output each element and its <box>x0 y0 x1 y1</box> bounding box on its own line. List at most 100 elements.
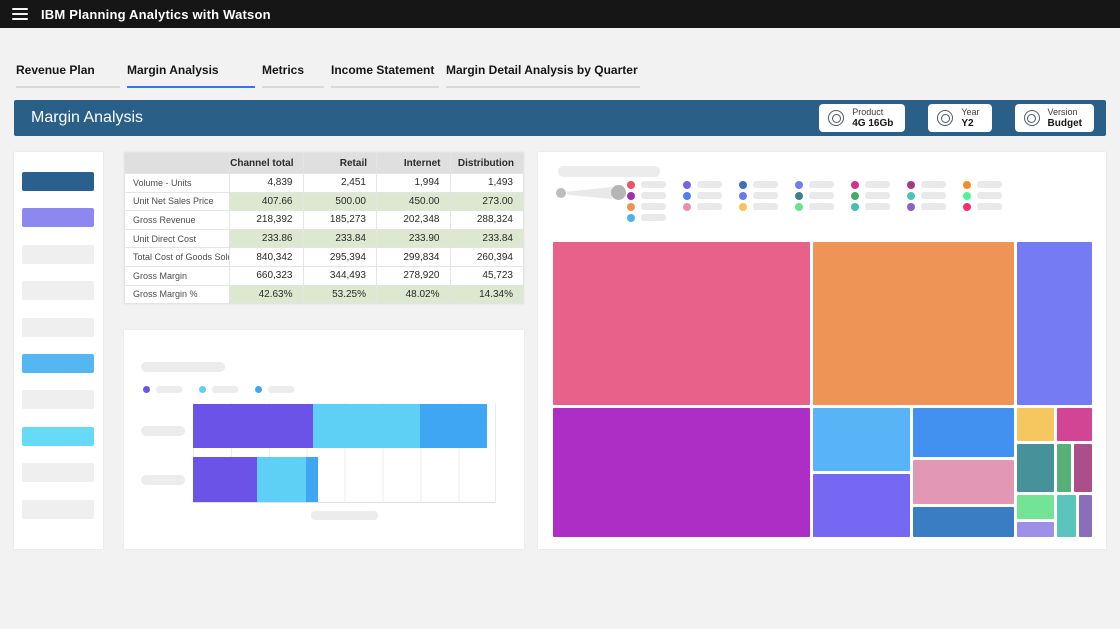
bar-segment[interactable] <box>257 457 306 502</box>
sidebar-skeleton-item[interactable] <box>22 281 94 300</box>
filter-chip-text: VersionBudget <box>1048 107 1082 129</box>
bar-segment[interactable] <box>420 404 487 448</box>
table-cell[interactable]: 2,451 <box>303 174 377 193</box>
treemap-tile[interactable] <box>1017 408 1054 441</box>
tab-margin-analysis[interactable]: Margin Analysis <box>127 63 255 88</box>
treemap-tile[interactable] <box>1017 242 1092 405</box>
hamburger-menu-icon[interactable] <box>12 8 28 20</box>
treemap-tile[interactable] <box>1057 444 1071 492</box>
legend-dot <box>683 203 691 211</box>
treemap-tile[interactable] <box>1017 444 1054 492</box>
table-cell[interactable]: 260,394 <box>450 248 524 267</box>
table-cell[interactable]: 45,723 <box>450 266 524 285</box>
bar-segment[interactable] <box>306 457 318 502</box>
sidebar-skeleton-item[interactable] <box>22 390 94 409</box>
legend-column <box>907 181 963 222</box>
sidebar-skeleton-item[interactable] <box>22 318 94 337</box>
sidebar-skeleton-item[interactable] <box>22 245 94 264</box>
tab-revenue-plan[interactable]: Revenue Plan <box>16 63 120 88</box>
table-cell[interactable]: 407.66 <box>230 192 304 211</box>
sidebar-skeleton-item[interactable] <box>22 500 94 519</box>
legend-item <box>795 181 851 189</box>
table-cell[interactable]: 450.00 <box>377 192 451 211</box>
legend-label-placeholder <box>753 203 778 210</box>
table-cell[interactable]: 1,493 <box>450 174 524 193</box>
treemap-tile[interactable] <box>813 474 910 537</box>
sidebar-skeleton-item[interactable] <box>22 208 94 227</box>
zoom-slider-max-handle[interactable] <box>611 185 626 200</box>
filter-chip-version[interactable]: VersionBudget <box>1015 104 1094 132</box>
sidebar-skeleton-item[interactable] <box>22 172 94 191</box>
legend-item <box>907 203 963 211</box>
legend-label-placeholder <box>865 192 890 199</box>
table-cell[interactable]: 299,834 <box>377 248 451 267</box>
treemap-tile[interactable] <box>1017 522 1054 537</box>
table-cell[interactable]: 660,323 <box>230 266 304 285</box>
treemap-tile[interactable] <box>913 460 1014 504</box>
treemap-tile[interactable] <box>1074 444 1092 492</box>
sidebar-skeleton-item[interactable] <box>22 427 94 446</box>
table-cell[interactable]: 840,342 <box>230 248 304 267</box>
table-cell[interactable]: 288,324 <box>450 211 524 230</box>
legend-dot <box>963 203 971 211</box>
filter-chip-value: Budget <box>1048 118 1082 129</box>
tab-margin-detail-analysis-by-quarter[interactable]: Margin Detail Analysis by Quarter <box>446 63 640 88</box>
zoom-slider-track[interactable] <box>567 187 612 199</box>
treemap-tile[interactable] <box>1057 495 1076 537</box>
table-cell[interactable]: 233.86 <box>230 229 304 248</box>
legend-item <box>627 214 683 222</box>
sidebar-skeleton-item[interactable] <box>22 354 94 373</box>
table-cell[interactable]: 233.84 <box>450 229 524 248</box>
treemap-tile[interactable] <box>1057 408 1092 441</box>
bar-segment[interactable] <box>193 404 313 448</box>
table-cell[interactable]: 295,394 <box>303 248 377 267</box>
treemap-tile[interactable] <box>553 408 810 537</box>
treemap-panel <box>538 152 1106 549</box>
table-cell[interactable]: 233.90 <box>377 229 451 248</box>
col-header-retail: Retail <box>303 153 377 174</box>
treemap-tile[interactable] <box>813 408 910 471</box>
treemap-tile[interactable] <box>1017 495 1054 519</box>
tab-metrics[interactable]: Metrics <box>262 63 324 88</box>
tab-income-statement[interactable]: Income Statement <box>331 63 439 88</box>
legend-dot <box>739 192 747 200</box>
app-window: IBM Planning Analytics with Watson Reven… <box>0 0 1120 629</box>
filter-chip-year[interactable]: YearY2 <box>928 104 991 132</box>
table-cell[interactable]: 42.63% <box>230 285 304 304</box>
treemap-tile[interactable] <box>913 408 1014 457</box>
sidebar-skeleton-item[interactable] <box>22 463 94 482</box>
treemap-tile[interactable] <box>1079 495 1092 537</box>
table-cell[interactable]: 1,994 <box>377 174 451 193</box>
treemap-tile[interactable] <box>813 242 1014 405</box>
legend-column <box>739 181 795 222</box>
table-cell[interactable]: 278,920 <box>377 266 451 285</box>
app-title: IBM Planning Analytics with Watson <box>41 7 271 22</box>
table-cell[interactable]: 4,839 <box>230 174 304 193</box>
target-icon <box>828 110 844 126</box>
table-cell[interactable]: 273.00 <box>450 192 524 211</box>
treemap-tile[interactable] <box>553 242 810 405</box>
table-cell[interactable]: 233.84 <box>303 229 377 248</box>
table-cell[interactable]: 344,493 <box>303 266 377 285</box>
table-cell[interactable]: 53.25% <box>303 285 377 304</box>
bar-segment[interactable] <box>313 404 420 448</box>
table-cell[interactable]: 14.34% <box>450 285 524 304</box>
legend-label-placeholder <box>865 203 890 210</box>
y-axis-label-placeholder <box>141 426 185 436</box>
table-cell[interactable]: 500.00 <box>303 192 377 211</box>
legend-item <box>963 192 1019 200</box>
zoom-slider-min-handle[interactable] <box>556 188 566 198</box>
row-label: Gross Revenue <box>125 211 230 230</box>
treemap-tile[interactable] <box>913 507 1014 537</box>
legend-dot <box>683 192 691 200</box>
filter-chip-product[interactable]: Product4G 16Gb <box>819 104 905 132</box>
filter-chip-value: Y2 <box>961 118 979 129</box>
row-label: Volume - Units <box>125 174 230 193</box>
table-cell[interactable]: 185,273 <box>303 211 377 230</box>
legend-label-placeholder <box>641 192 666 199</box>
table-cell[interactable]: 48.02% <box>377 285 451 304</box>
table-cell[interactable]: 202,348 <box>377 211 451 230</box>
legend-column <box>963 181 1019 222</box>
bar-segment[interactable] <box>193 457 257 502</box>
table-cell[interactable]: 218,392 <box>230 211 304 230</box>
